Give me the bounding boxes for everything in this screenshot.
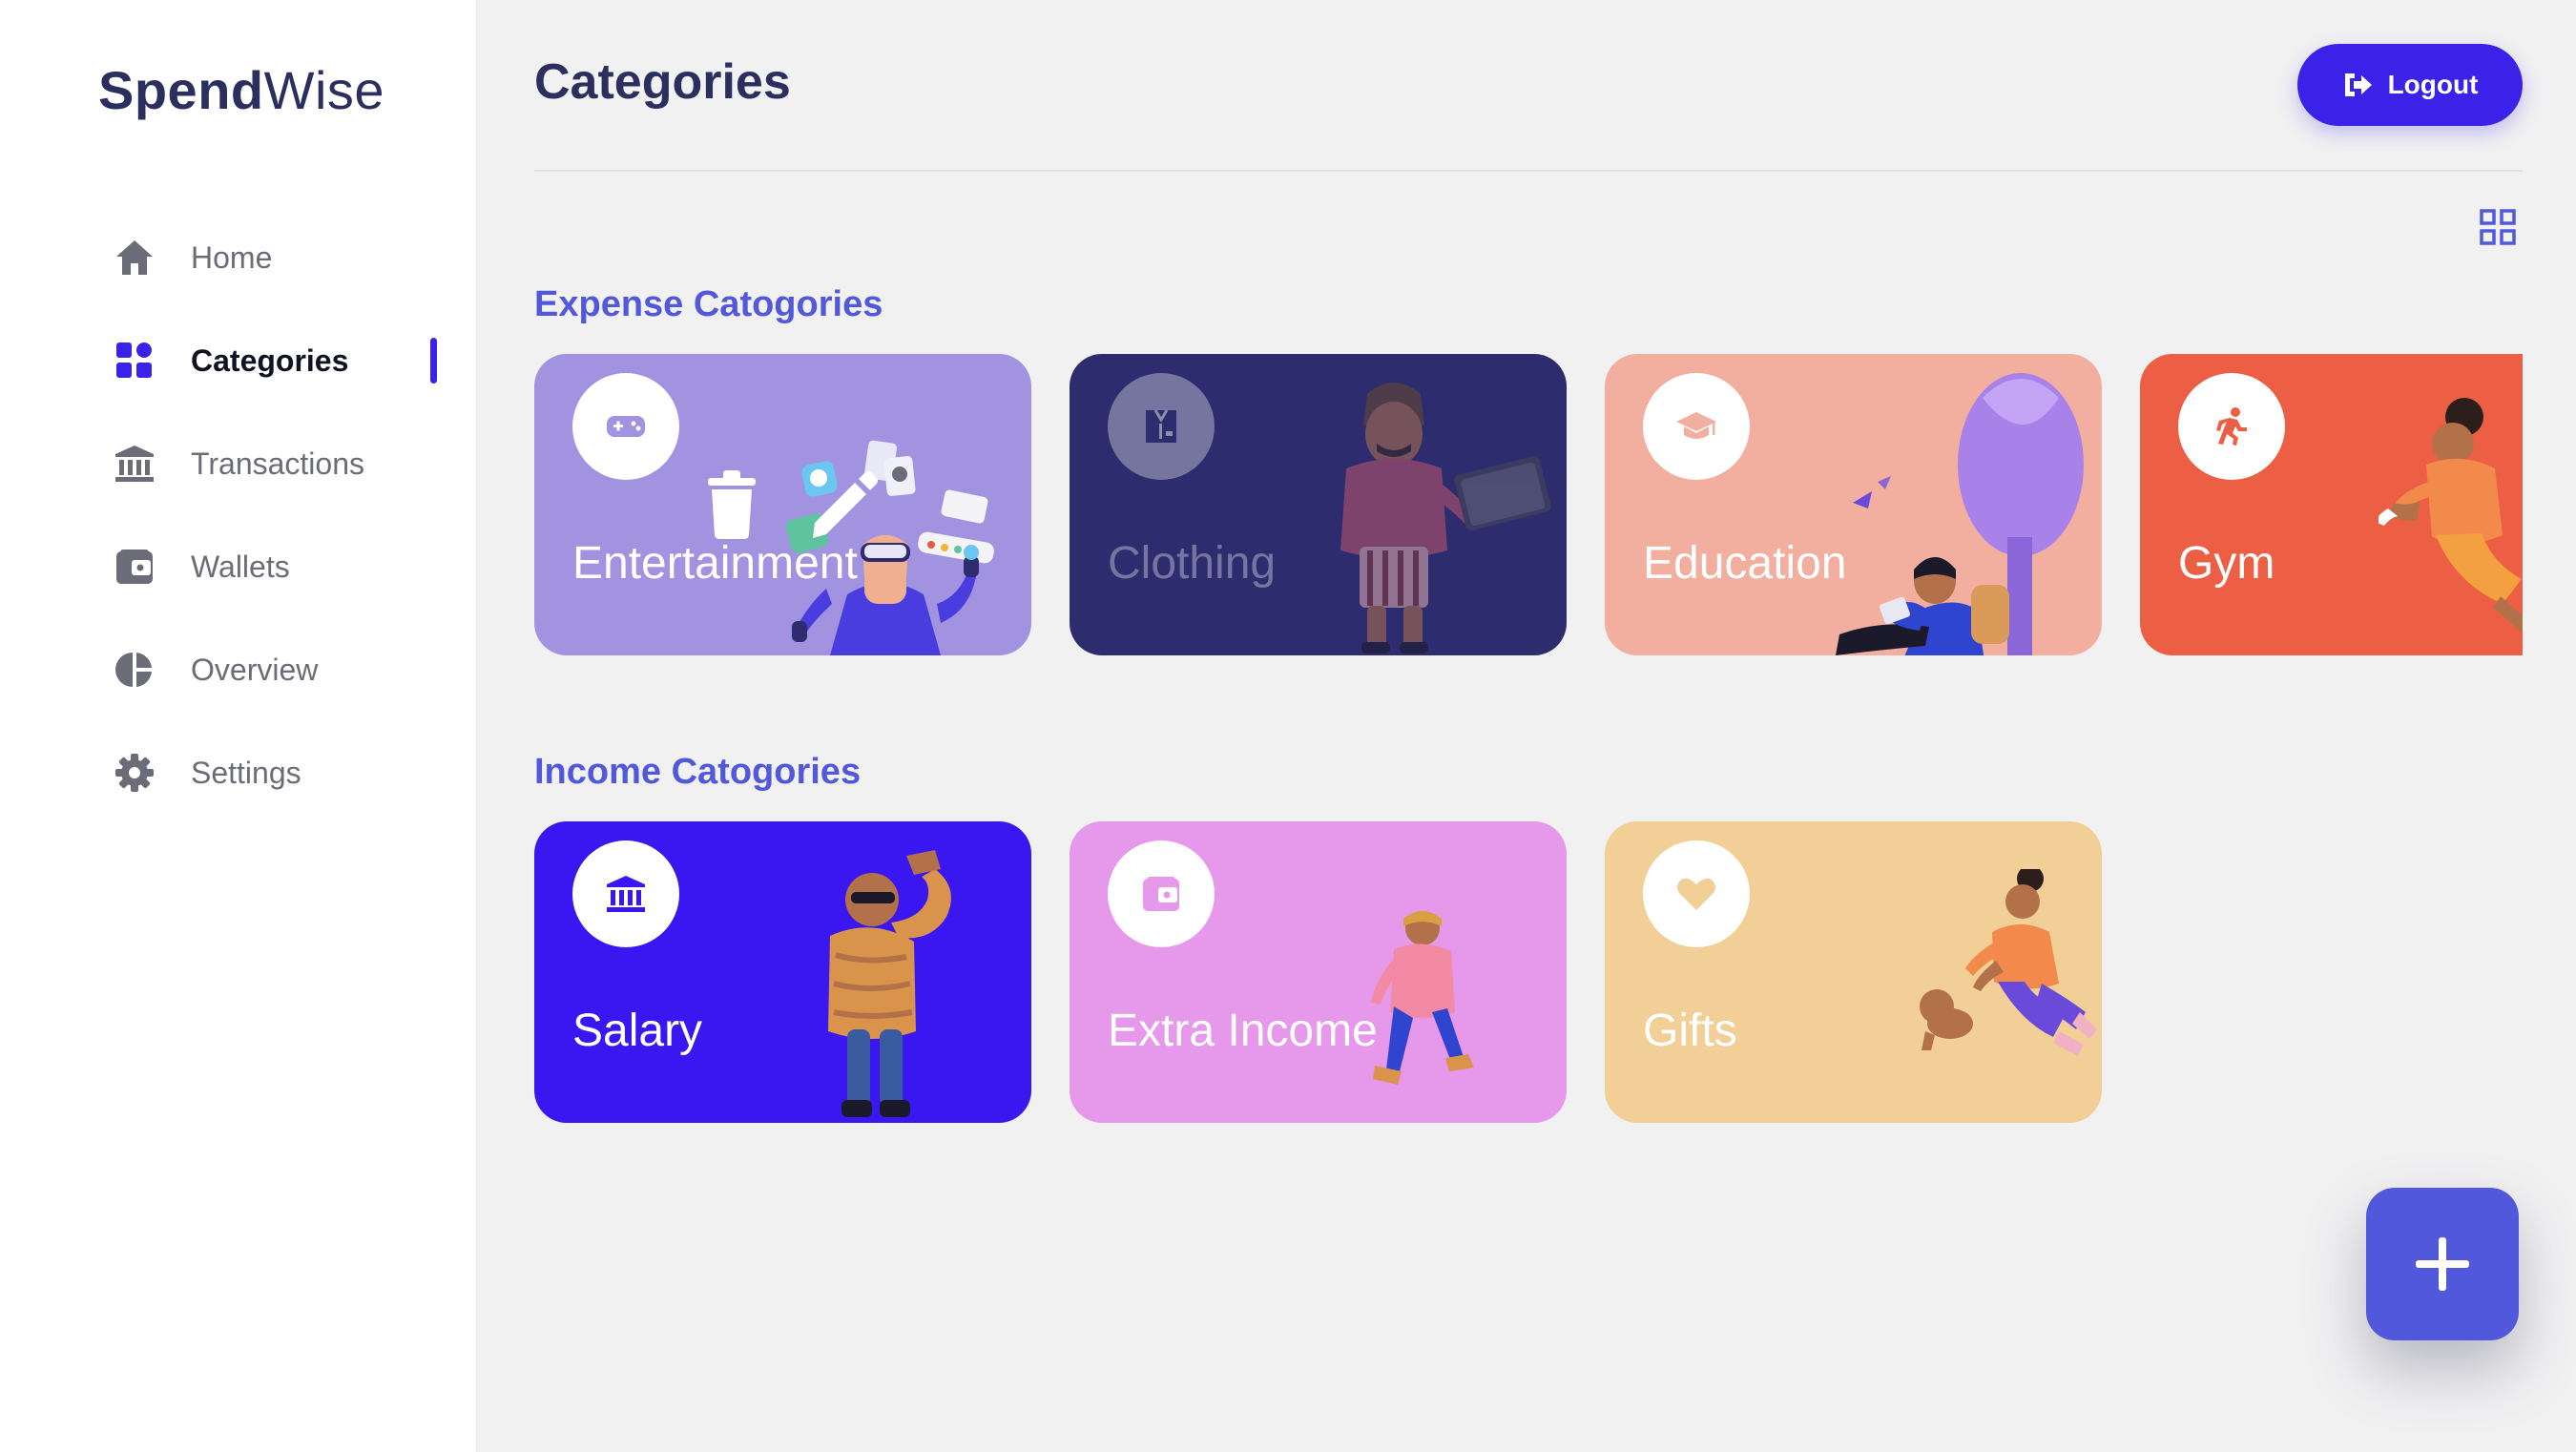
shirt-icon bbox=[1108, 373, 1215, 480]
category-card-gifts[interactable]: Gifts bbox=[1605, 821, 2102, 1123]
logo-light-text: Wise bbox=[263, 60, 385, 120]
gym-illustration bbox=[2379, 398, 2523, 633]
sidebar-item-categories[interactable]: Categories bbox=[0, 309, 477, 412]
running-icon bbox=[2178, 373, 2285, 480]
category-card-extra-income[interactable]: Extra Income bbox=[1070, 821, 1567, 1123]
sidebar-item-label: Categories bbox=[191, 342, 349, 378]
category-card-clothing[interactable]: Clothing bbox=[1070, 354, 1567, 655]
grid-view-icon[interactable] bbox=[2479, 208, 2517, 246]
card-label: Gifts bbox=[1643, 1006, 1737, 1056]
sidebar-item-overview[interactable]: Overview bbox=[0, 618, 477, 721]
income-section-title: Income Catogories bbox=[534, 752, 862, 792]
header-divider bbox=[534, 170, 2523, 172]
clothing-illustration bbox=[1340, 383, 1551, 653]
card-label: Clothing bbox=[1108, 538, 1277, 589]
edit-pencil-icon[interactable] bbox=[809, 469, 880, 545]
card-label: Entertainment bbox=[572, 538, 858, 589]
home-icon bbox=[113, 236, 156, 280]
sidebar-item-label: Settings bbox=[191, 755, 301, 790]
categories-icon bbox=[113, 339, 156, 383]
sidebar-item-label: Transactions bbox=[191, 446, 364, 481]
pie-chart-icon bbox=[113, 648, 156, 692]
card-label: Gym bbox=[2178, 538, 2275, 589]
education-illustration bbox=[1836, 373, 2084, 655]
logout-icon bbox=[2344, 73, 2372, 96]
sidebar-item-transactions[interactable]: Transactions bbox=[0, 412, 477, 515]
sidebar: SpendWise Home Categories Transactions W… bbox=[0, 0, 477, 1452]
graduation-cap-icon bbox=[1643, 373, 1750, 480]
category-card-gym[interactable]: Gym bbox=[2140, 354, 2523, 655]
expense-section-title: Expense Catogories bbox=[534, 284, 883, 324]
add-category-button[interactable] bbox=[2366, 1188, 2519, 1340]
card-label: Salary bbox=[572, 1006, 703, 1056]
plus-icon bbox=[2416, 1237, 2469, 1291]
logout-label: Logout bbox=[2387, 70, 2479, 99]
sidebar-item-settings[interactable]: Settings bbox=[0, 721, 477, 824]
sidebar-item-label: Home bbox=[191, 239, 273, 275]
card-label: Education bbox=[1643, 538, 1847, 589]
card-label: Extra Income bbox=[1108, 1006, 1378, 1056]
category-card-salary[interactable]: Salary bbox=[534, 821, 1031, 1123]
salary-illustration bbox=[828, 850, 951, 1117]
active-indicator bbox=[430, 338, 437, 384]
sidebar-item-label: Wallets bbox=[191, 549, 290, 584]
sidebar-item-home[interactable]: Home bbox=[0, 206, 477, 309]
sidebar-item-wallets[interactable]: Wallets bbox=[0, 515, 477, 618]
page-title: Categories bbox=[534, 54, 791, 110]
sidebar-nav: Home Categories Transactions Wallets Ove… bbox=[0, 206, 477, 824]
wallet-icon bbox=[113, 545, 156, 589]
gifts-illustration bbox=[1920, 869, 2097, 1056]
logo-bold-text: Spend bbox=[98, 60, 264, 120]
heart-icon bbox=[1643, 840, 1750, 947]
income-cards-row: Salary Extra Income Gifts bbox=[534, 821, 2177, 1123]
card-hover-actions bbox=[706, 469, 880, 545]
bank-icon bbox=[572, 840, 679, 947]
logout-button[interactable]: Logout bbox=[2297, 44, 2523, 126]
app-logo[interactable]: SpendWise bbox=[98, 59, 384, 121]
category-card-education[interactable]: Education bbox=[1605, 354, 2102, 655]
wallet-icon bbox=[1108, 840, 1215, 947]
sidebar-item-label: Overview bbox=[191, 652, 319, 687]
bank-icon bbox=[113, 442, 156, 486]
gamepad-icon bbox=[572, 373, 679, 480]
trash-icon[interactable] bbox=[706, 470, 758, 544]
gear-icon bbox=[113, 751, 156, 795]
